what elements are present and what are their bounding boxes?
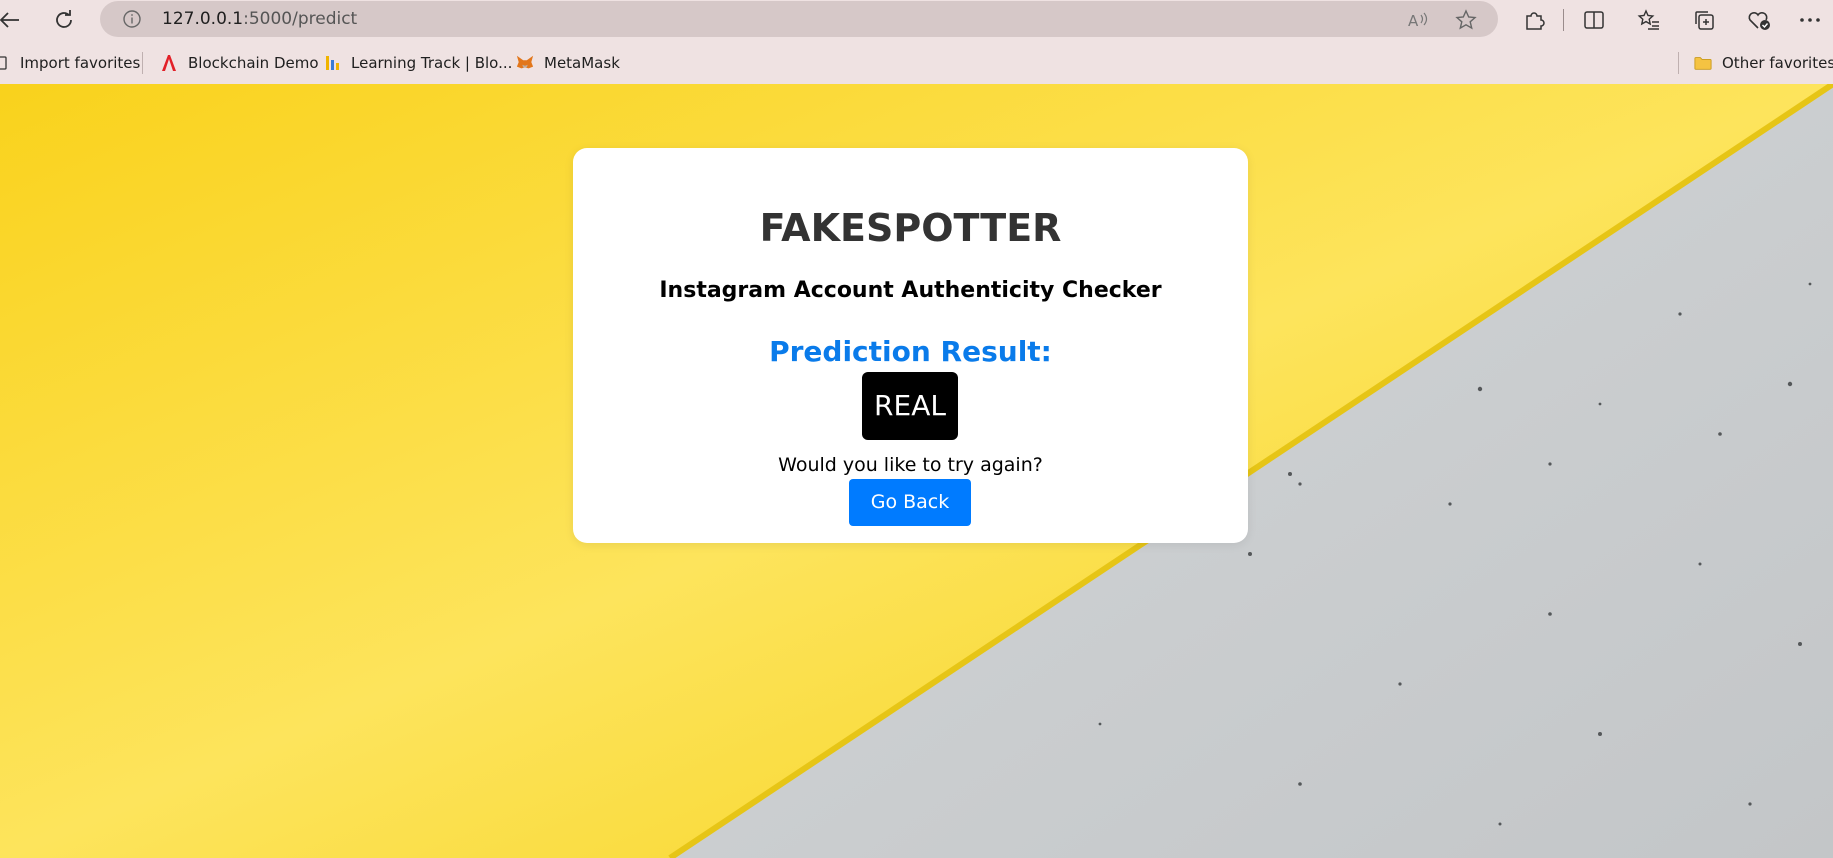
bookmark-other-favorites[interactable]: Other favorites xyxy=(1694,52,1833,74)
browser-toolbar: 127.0.0.1:5000/predict A xyxy=(0,0,1833,40)
url-path: :5000/predict xyxy=(243,9,358,29)
bookmark-learning-track[interactable]: Learning Track | Blo... xyxy=(323,52,512,74)
folder-icon xyxy=(1694,54,1712,72)
favorites-bar: Import favorites Blockchain Demo Learnin… xyxy=(0,44,1833,80)
bookmark-blockchain-demo[interactable]: Blockchain Demo xyxy=(160,52,319,74)
favorites-list-icon[interactable] xyxy=(1635,6,1663,34)
bookmark-label: Import favorites xyxy=(20,54,141,72)
import-icon xyxy=(0,54,10,72)
result-card: FAKESPOTTER Instagram Account Authentici… xyxy=(573,148,1248,543)
bookmark-divider xyxy=(142,52,143,74)
bookmark-divider xyxy=(1678,52,1679,74)
other-favorites-label: Other favorites xyxy=(1722,54,1833,72)
extensions-icon[interactable] xyxy=(1520,6,1548,34)
favorite-star-icon[interactable] xyxy=(1454,8,1478,32)
blockchain-logo-icon xyxy=(160,54,178,72)
prediction-result-heading: Prediction Result: xyxy=(769,335,1052,368)
bookmark-label: Blockchain Demo xyxy=(188,54,319,72)
page-subtitle: Instagram Account Authenticity Checker xyxy=(659,278,1162,303)
refresh-icon[interactable] xyxy=(48,4,80,36)
bookmark-metamask[interactable]: MetaMask xyxy=(516,52,620,74)
site-info-icon[interactable] xyxy=(122,9,142,29)
bookmark-label: MetaMask xyxy=(544,54,620,72)
collections-icon[interactable] xyxy=(1690,6,1718,34)
browser-essentials-icon[interactable] xyxy=(1745,6,1773,34)
split-screen-icon[interactable] xyxy=(1580,6,1608,34)
page-viewport: FAKESPOTTER Instagram Account Authentici… xyxy=(0,84,1833,858)
bookmark-import-favorites[interactable]: Import favorites xyxy=(0,52,140,74)
read-aloud-icon[interactable]: A xyxy=(1406,8,1430,32)
back-arrow-icon[interactable] xyxy=(0,4,26,36)
prediction-result-badge: REAL xyxy=(862,372,958,440)
bar-chart-icon xyxy=(323,54,341,72)
more-menu-icon[interactable] xyxy=(1796,6,1824,34)
url-host: 127.0.0.1 xyxy=(162,9,244,29)
browser-chrome: 127.0.0.1:5000/predict A Import favorite… xyxy=(0,0,1833,84)
try-again-prompt: Would you like to try again? xyxy=(778,454,1043,476)
metamask-fox-icon xyxy=(516,54,534,72)
page-title: FAKESPOTTER xyxy=(759,206,1062,250)
go-back-button[interactable]: Go Back xyxy=(849,479,971,526)
svg-text:A: A xyxy=(1408,12,1419,30)
bookmark-label: Learning Track | Blo... xyxy=(351,54,513,72)
toolbar-divider xyxy=(1563,9,1564,31)
address-bar[interactable]: 127.0.0.1:5000/predict A xyxy=(100,1,1498,37)
url-text[interactable]: 127.0.0.1:5000/predict xyxy=(162,9,357,29)
